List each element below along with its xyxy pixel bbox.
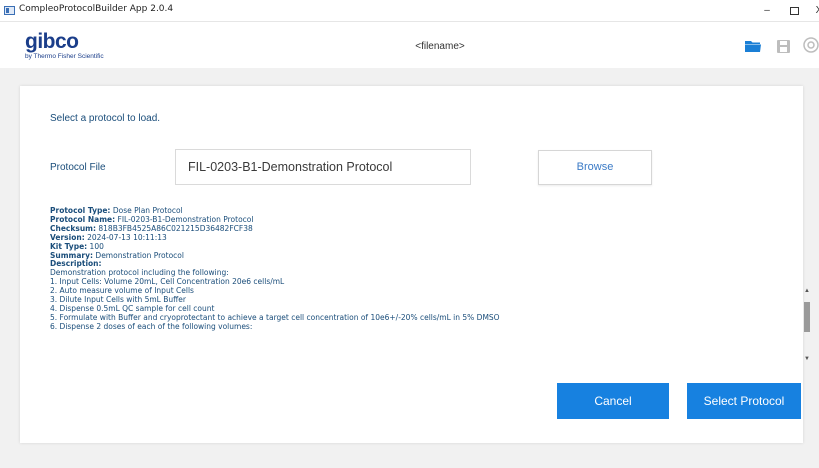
summary-line: Summary: Demonstration Protocol [50, 250, 790, 261]
checksum-key: Checksum: [50, 223, 96, 233]
protocol-type-value: Dose Plan Protocol [112, 207, 183, 215]
details-scrollbar[interactable]: ▲ ▼ [804, 288, 811, 366]
version-line: Version: 2024-07-13 10:11:13 [50, 232, 790, 243]
protocol-name-key: Protocol Name: [50, 214, 116, 224]
maximize-button[interactable] [785, 3, 803, 18]
load-protocol-panel: Select a protocol to load. Protocol File… [20, 86, 803, 443]
kit-type-key: Kit Type: [50, 241, 88, 251]
kit-type-value: 100 [89, 241, 104, 251]
description-text-line: 6. Dispense 2 doses of each of the follo… [50, 321, 253, 331]
minimize-button[interactable]: – [758, 3, 776, 18]
scroll-down-arrow-icon[interactable]: ▼ [804, 356, 810, 362]
save-icon[interactable] [777, 40, 790, 53]
protocol-file-label: Protocol File [50, 162, 106, 173]
window-title: CompleoProtocolBuilder App 2.0.4 [19, 4, 174, 14]
filename-label: <filename> [415, 41, 465, 52]
protocol-details[interactable]: Protocol Type: Dose Plan Protocol Protoc… [50, 207, 790, 357]
logo-sub-text: by Thermo Fisher Scientific [25, 53, 104, 60]
scrollbar-thumb[interactable] [804, 302, 810, 332]
version-key: Version: [50, 232, 85, 242]
protocol-type-key: Protocol Type: [50, 207, 111, 215]
protocol-file-field[interactable]: FIL-0203-B1-Demonstration Protocol [175, 149, 471, 185]
checksum-value: 818B3FB4525A86C021215D36482FCF38 [98, 223, 253, 233]
gear-icon[interactable] [803, 37, 819, 53]
close-button[interactable]: X [810, 3, 819, 18]
app-header: gibco by Thermo Fisher Scientific <filen… [0, 22, 819, 68]
version-value: 2024-07-13 10:11:13 [87, 232, 167, 242]
logo-main-text: gibco [25, 30, 79, 53]
browse-button[interactable]: Browse [538, 150, 652, 185]
scroll-up-arrow-icon[interactable]: ▲ [804, 288, 810, 294]
gibco-logo: gibco by Thermo Fisher Scientific [25, 30, 104, 60]
protocol-name-value: FIL-0203-B1-Demonstration Protocol [117, 214, 254, 224]
content-area: Select a protocol to load. Protocol File… [0, 68, 819, 468]
load-prompt: Select a protocol to load. [50, 113, 161, 124]
select-protocol-button[interactable]: Select Protocol [687, 383, 801, 419]
app-icon [4, 6, 15, 15]
description-key: Description: [50, 259, 102, 269]
folder-icon[interactable] [745, 40, 761, 52]
summary-key: Summary: [50, 250, 94, 260]
title-bar: CompleoProtocolBuilder App 2.0.4 – X [0, 0, 819, 22]
cancel-button[interactable]: Cancel [557, 383, 669, 419]
summary-value: Demonstration Protocol [95, 250, 184, 260]
